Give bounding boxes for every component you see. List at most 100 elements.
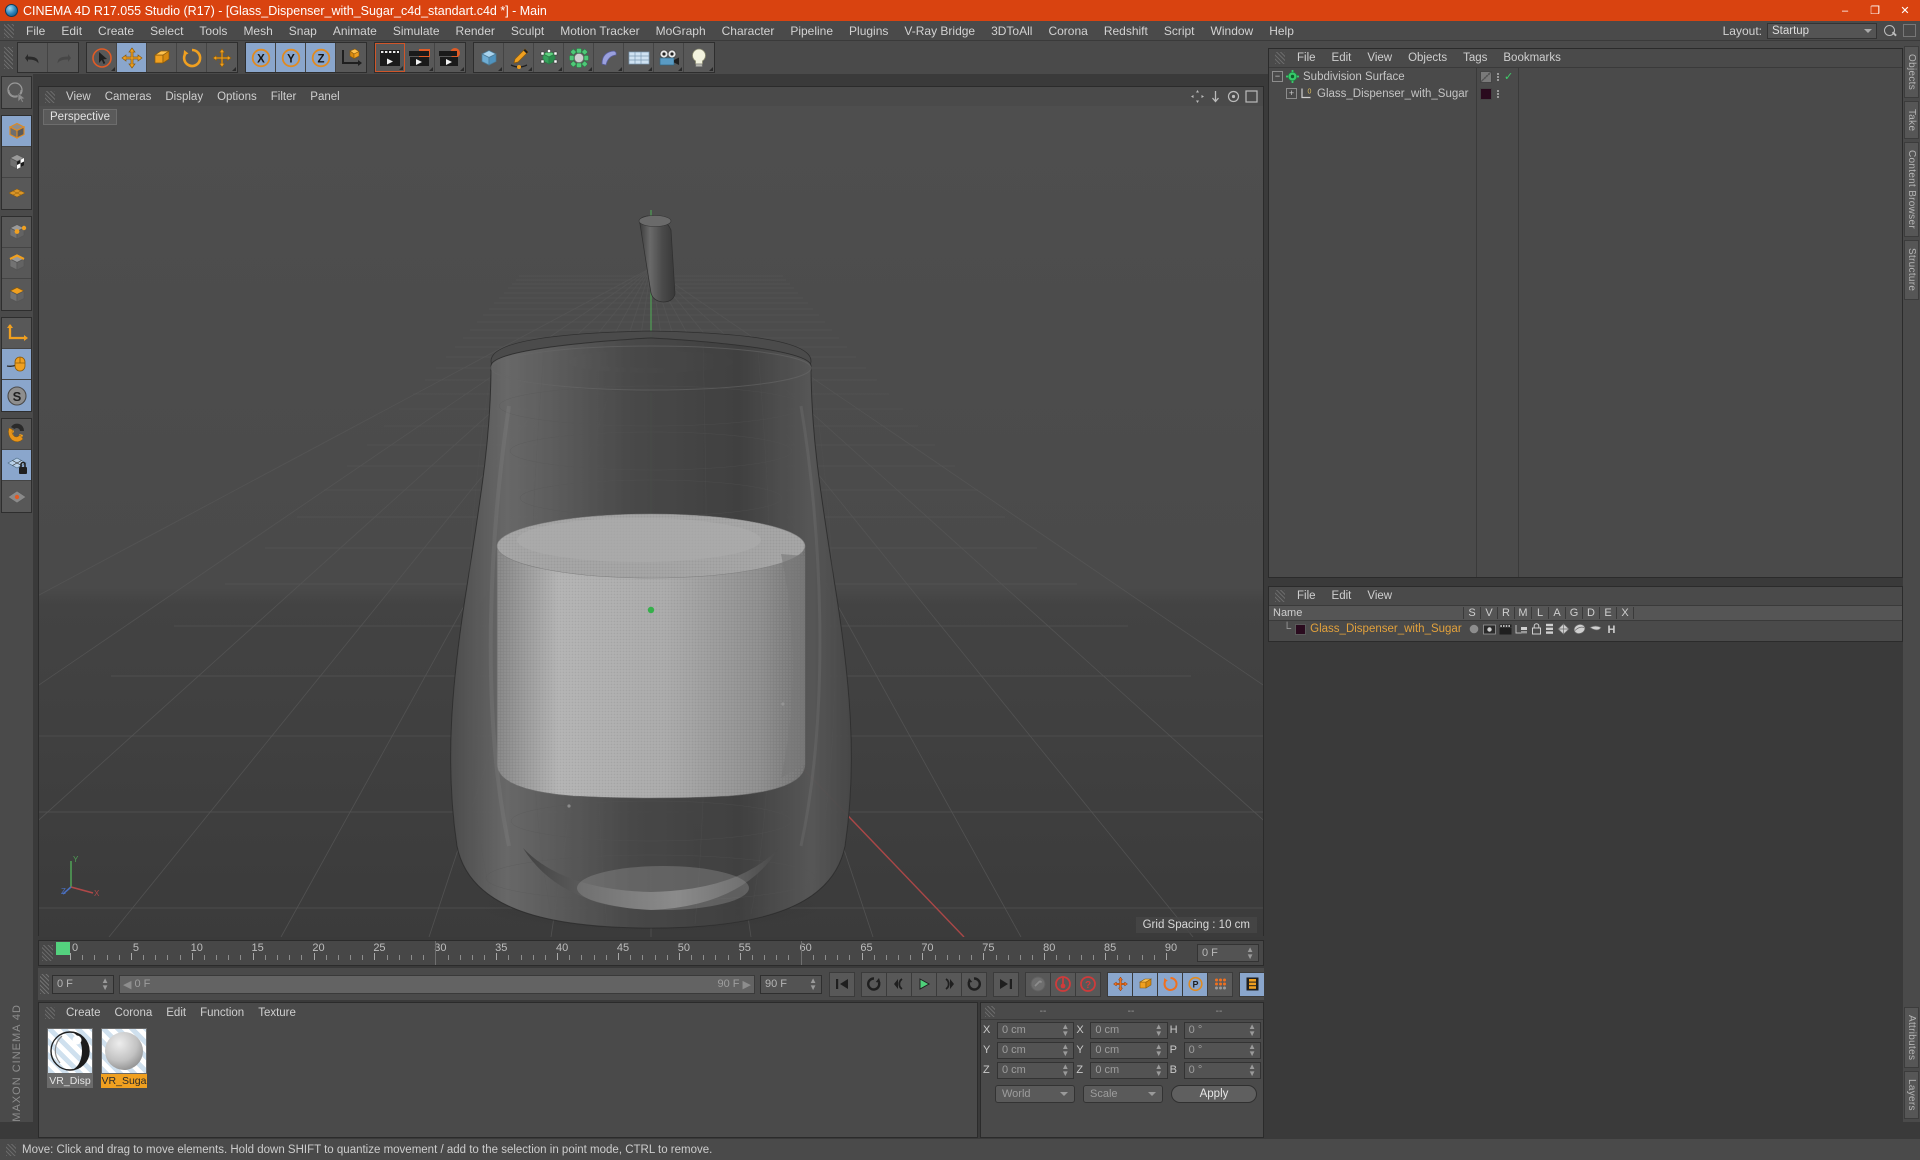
object-manager-empty-area[interactable]	[1519, 68, 1902, 577]
stepper-icon[interactable]: ▲▼	[101, 977, 109, 991]
autokey-toggle-button[interactable]	[1025, 972, 1051, 997]
coordinate-input-size-z[interactable]: 0 cm▲▼	[1090, 1062, 1167, 1079]
dock-tab-layers[interactable]: Layers	[1904, 1071, 1919, 1119]
maximize-button[interactable]: ❐	[1860, 0, 1890, 21]
workplane-toggle-icon[interactable]	[2, 481, 31, 512]
menu-item-select[interactable]: Select	[142, 21, 191, 41]
deformer-flag-icon[interactable]	[1573, 623, 1586, 635]
menu-item-3dtoall[interactable]: 3DToAll	[983, 21, 1040, 41]
lock-flag-icon[interactable]	[1531, 623, 1542, 635]
live-selection-button[interactable]	[87, 43, 117, 72]
material-menu-edit[interactable]: Edit	[159, 1007, 193, 1019]
viewport-menu-filter[interactable]: Filter	[264, 91, 304, 103]
material-swatch-vr_disp[interactable]: VR_Disp	[47, 1028, 93, 1088]
menu-item-snap[interactable]: Snap	[281, 21, 325, 41]
viewport-solo-icon[interactable]	[2, 349, 31, 380]
coordinate-input-rotation-b[interactable]: 0 °▲▼	[1184, 1062, 1261, 1079]
texture-mode-icon[interactable]	[2, 147, 31, 178]
pan-view-icon[interactable]	[1191, 90, 1204, 103]
point-mode-icon[interactable]	[2, 217, 31, 248]
viewport-grip-icon[interactable]	[45, 91, 55, 103]
coordinate-input-rotation-p[interactable]: 0 °▲▼	[1184, 1042, 1261, 1059]
object-menu-objects[interactable]: Objects	[1400, 52, 1455, 64]
material-menu-texture[interactable]: Texture	[251, 1007, 303, 1019]
enable-axis-icon[interactable]: S	[2, 380, 31, 411]
window-restore-icon[interactable]	[1903, 24, 1916, 37]
rotation-key-button[interactable]	[1157, 972, 1183, 997]
menu-item-mograph[interactable]: MoGraph	[648, 21, 714, 41]
material-menu-grip-icon[interactable]	[45, 1007, 55, 1019]
menu-item-script[interactable]: Script	[1156, 21, 1203, 41]
viewport-flag-icon[interactable]	[1483, 624, 1496, 635]
object-menu-file[interactable]: File	[1289, 52, 1324, 64]
live-selection-icon[interactable]	[2, 77, 31, 108]
expand-toggle-icon[interactable]: −	[1272, 71, 1283, 82]
y-axis-button[interactable]: Y	[276, 43, 306, 72]
search-icon[interactable]	[1882, 23, 1898, 39]
menu-grip-icon[interactable]	[4, 24, 14, 38]
mograph-flag-icon[interactable]	[1515, 624, 1528, 635]
redo-button[interactable]	[48, 43, 78, 72]
record-active-objects-button[interactable]	[1050, 972, 1076, 997]
coordinate-input-position-z[interactable]: 0 cm▲▼	[997, 1062, 1074, 1079]
render-region-button[interactable]	[405, 43, 435, 72]
stepper-icon[interactable]: ▲▼	[1248, 1063, 1256, 1077]
stepper-icon[interactable]: ▲▼	[1246, 946, 1254, 960]
coordinate-input-position-y[interactable]: 0 cm▲▼	[997, 1042, 1074, 1059]
menu-item-redshift[interactable]: Redshift	[1096, 21, 1156, 41]
material-menu-corona[interactable]: Corona	[108, 1007, 160, 1019]
menu-item-tools[interactable]: Tools	[191, 21, 235, 41]
playback-grip-icon[interactable]	[40, 974, 49, 994]
stepper-icon[interactable]: ▲▼	[809, 977, 817, 991]
deformer-button[interactable]	[564, 43, 594, 72]
menu-item-pipeline[interactable]: Pipeline	[782, 21, 841, 41]
material-preview-glass-sphere[interactable]	[47, 1028, 93, 1074]
enabled-check-icon[interactable]: ✓	[1504, 70, 1513, 83]
material-menu-function[interactable]: Function	[193, 1007, 251, 1019]
object-menu-bookmarks[interactable]: Bookmarks	[1495, 52, 1569, 64]
menu-item-help[interactable]: Help	[1261, 21, 1302, 41]
material-swatch-vr_suga[interactable]: VR_Suga	[101, 1028, 147, 1088]
rotate-tool-button[interactable]	[177, 43, 207, 72]
menu-item-render[interactable]: Render	[448, 21, 503, 41]
timeline-frame-field[interactable]: 0 F ▲▼	[1197, 944, 1259, 962]
world-coordinate-button[interactable]	[336, 43, 366, 72]
object-menu-edit[interactable]: Edit	[1324, 52, 1360, 64]
position-key-button[interactable]	[1107, 972, 1133, 997]
rotate-view-icon[interactable]	[1227, 90, 1240, 103]
play-button[interactable]	[911, 972, 937, 997]
magnet-icon[interactable]	[2, 419, 31, 450]
object-tags-dispenser[interactable]	[1477, 85, 1518, 102]
menu-item-v-ray-bridge[interactable]: V-Ray Bridge	[896, 21, 983, 41]
stepper-icon[interactable]: ▲▼	[1155, 1063, 1163, 1077]
coordinate-input-rotation-h[interactable]: 0 °▲▼	[1184, 1022, 1261, 1039]
range-right-arrow-icon[interactable]: ▶	[743, 978, 751, 991]
dock-tab-attributes[interactable]: Attributes	[1904, 1007, 1919, 1068]
go-to-end-button[interactable]	[993, 972, 1019, 997]
cube-primitive-button[interactable]	[474, 43, 504, 72]
material-list-menu-view[interactable]: View	[1359, 590, 1400, 602]
menu-item-mesh[interactable]: Mesh	[235, 21, 280, 41]
render-view-button[interactable]	[375, 43, 405, 72]
workplane-icon[interactable]	[2, 178, 31, 209]
layout-dropdown[interactable]: Startup	[1767, 23, 1877, 39]
stepper-icon[interactable]: ▲▼	[1155, 1023, 1163, 1037]
menu-item-sculpt[interactable]: Sculpt	[503, 21, 552, 41]
coordinate-input-position-x[interactable]: 0 cm▲▼	[997, 1022, 1074, 1039]
material-label[interactable]: VR_Suga	[101, 1074, 147, 1088]
param-key-button[interactable]: P	[1182, 972, 1208, 997]
move-axis-button[interactable]	[207, 43, 237, 72]
xpresso-flag-icon[interactable]: H	[1605, 623, 1618, 635]
menu-item-animate[interactable]: Animate	[325, 21, 385, 41]
tag-dots-icon[interactable]	[1496, 73, 1500, 81]
stepper-icon[interactable]: ▲▼	[1061, 1063, 1069, 1077]
current-frame-input[interactable]: 0 F ▲▼	[52, 975, 114, 994]
dock-tab-take[interactable]: Take	[1904, 101, 1919, 139]
scene-object-button[interactable]	[594, 43, 624, 72]
viewport-menu-cameras[interactable]: Cameras	[98, 91, 159, 103]
timeline-button[interactable]	[1239, 972, 1265, 997]
menu-item-motion-tracker[interactable]: Motion Tracker	[552, 21, 647, 41]
keyframe-selection-button[interactable]: ?	[1075, 972, 1101, 997]
next-keyframe-button[interactable]	[961, 972, 987, 997]
viewport-menu-panel[interactable]: Panel	[303, 91, 346, 103]
